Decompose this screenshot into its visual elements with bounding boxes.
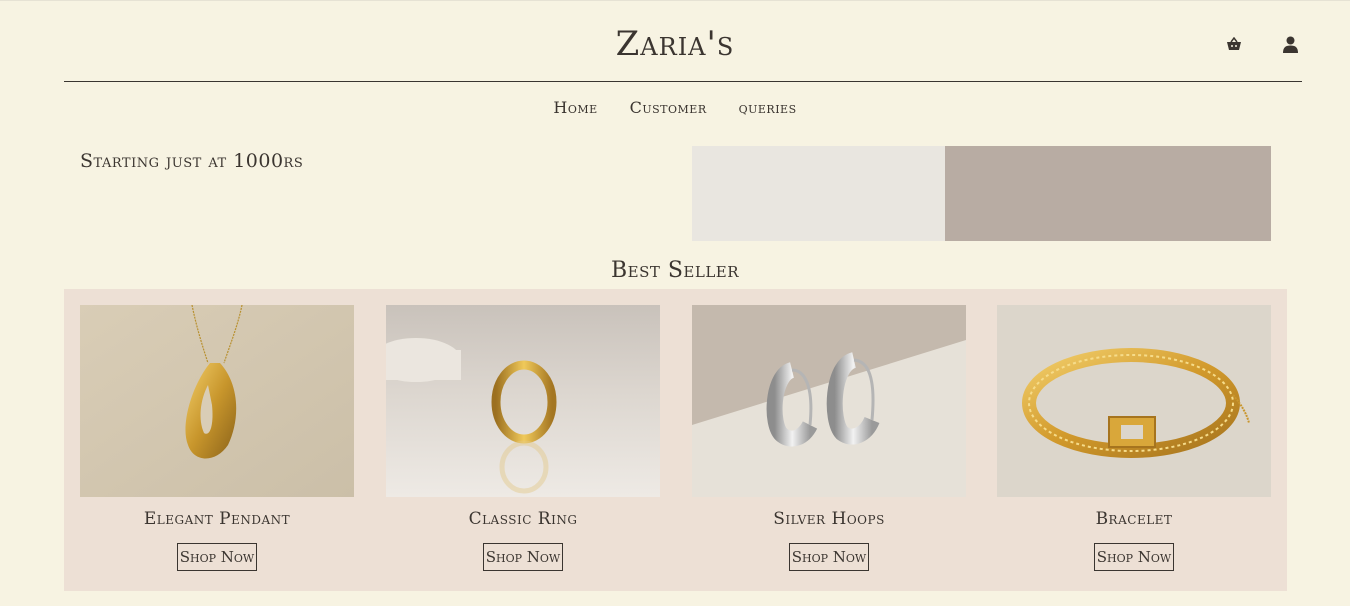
nav-home[interactable]: Home: [553, 98, 597, 117]
promo-text: Starting just at 1000rs: [80, 150, 304, 172]
product-card: Elegant Pendant Shop Now: [80, 305, 354, 571]
basket-icon[interactable]: [1224, 34, 1244, 54]
product-name: Bracelet: [1095, 509, 1173, 529]
product-image-pendant[interactable]: [80, 305, 354, 497]
nav-customer[interactable]: Customer: [630, 98, 707, 117]
header-divider: [64, 81, 1302, 82]
product-image-ring[interactable]: [386, 305, 660, 497]
header: Zaria's: [0, 0, 1350, 82]
hero-banner: [692, 146, 1271, 241]
product-name: Classic Ring: [468, 509, 578, 529]
brand-logo[interactable]: Zaria's: [0, 24, 1350, 64]
product-name: Silver Hoops: [773, 509, 885, 529]
shop-now-button[interactable]: Shop Now: [482, 543, 564, 571]
product-card: Bracelet Shop Now: [997, 305, 1271, 571]
product-card: Classic Ring Shop Now: [386, 305, 660, 571]
user-icon[interactable]: [1280, 34, 1300, 54]
shop-now-button[interactable]: Shop Now: [788, 543, 870, 571]
product-image-hoops[interactable]: [692, 305, 966, 497]
main-nav: Home Customer queries: [0, 98, 1350, 117]
shop-now-button[interactable]: Shop Now: [1093, 543, 1175, 571]
product-card: Silver Hoops Shop Now: [692, 305, 966, 571]
product-name: Elegant Pendant: [143, 509, 291, 529]
product-grid: Elegant Pendant Shop Now Classic Ring Sh…: [64, 289, 1287, 591]
header-icons: [1224, 34, 1300, 54]
best-seller-title: Best Seller: [610, 258, 740, 283]
nav-queries[interactable]: queries: [739, 98, 797, 117]
hero-banner-right: [945, 146, 1271, 241]
product-image-bracelet[interactable]: [997, 305, 1271, 497]
shop-now-button[interactable]: Shop Now: [176, 543, 258, 571]
hero-banner-left: [692, 146, 945, 241]
